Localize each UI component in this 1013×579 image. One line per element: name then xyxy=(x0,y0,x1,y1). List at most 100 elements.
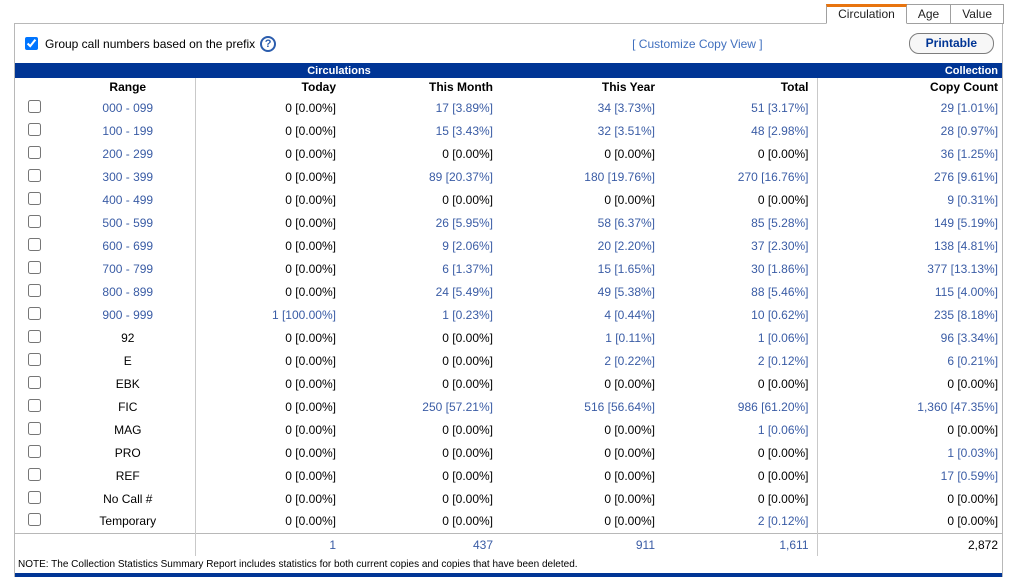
stat-value-link[interactable]: 986 [61.20%] xyxy=(738,400,809,414)
stat-value-link[interactable]: 51 [3.17%] xyxy=(751,101,808,115)
stat-value-link[interactable]: 32 [3.51%] xyxy=(598,124,655,138)
stat-value-link[interactable]: 34 [3.73%] xyxy=(598,101,655,115)
stat-value-link[interactable]: 235 [8.18%] xyxy=(934,308,998,322)
stat-value-link[interactable]: 15 [3.43%] xyxy=(436,124,493,138)
stat-value: 0 [0.00%] xyxy=(285,446,336,460)
stat-value-link[interactable]: 17 [3.89%] xyxy=(436,101,493,115)
row-checkbox[interactable] xyxy=(28,513,41,526)
range-link[interactable]: 100 - 199 xyxy=(102,124,153,138)
stat-value-link[interactable]: 180 [19.76%] xyxy=(584,170,655,184)
range-link[interactable]: 600 - 699 xyxy=(102,239,153,253)
stat-value-link[interactable]: 516 [56.64%] xyxy=(584,400,655,414)
stats-table: Circulations Collection Range Today This… xyxy=(15,63,1002,556)
range-link[interactable]: 400 - 499 xyxy=(102,193,153,207)
row-checkbox[interactable] xyxy=(28,238,41,251)
stat-value-link[interactable]: 1 [100.00%] xyxy=(272,308,336,322)
stat-value-link[interactable]: 1 [0.23%] xyxy=(442,308,493,322)
stat-value-link[interactable]: 58 [6.37%] xyxy=(598,216,655,230)
stat-value: 0 [0.00%] xyxy=(285,331,336,345)
row-checkbox[interactable] xyxy=(28,422,41,435)
stat-value: 0 [0.00%] xyxy=(947,423,998,437)
row-checkbox[interactable] xyxy=(28,100,41,113)
stat-value-link[interactable]: 1 [0.06%] xyxy=(758,423,809,437)
tab-circulation[interactable]: Circulation xyxy=(826,4,907,24)
tab-age[interactable]: Age xyxy=(907,4,951,24)
row-checkbox[interactable] xyxy=(28,376,41,389)
stat-value-link[interactable]: 37 [2.30%] xyxy=(751,239,808,253)
row-checkbox[interactable] xyxy=(28,169,41,182)
stat-value-link[interactable]: 26 [5.95%] xyxy=(436,216,493,230)
range-label: FIC xyxy=(118,400,137,414)
stat-value-link[interactable]: 250 [57.21%] xyxy=(422,400,493,414)
range-link[interactable]: 900 - 999 xyxy=(102,308,153,322)
stat-value-link[interactable]: 1 [0.03%] xyxy=(947,446,998,460)
stat-value-link[interactable]: 276 [9.61%] xyxy=(934,170,998,184)
printable-button[interactable]: Printable xyxy=(909,33,994,54)
range-link[interactable]: 200 - 299 xyxy=(102,147,153,161)
group-prefix-checkbox[interactable] xyxy=(25,37,38,50)
stat-value-link[interactable]: 10 [0.62%] xyxy=(751,308,808,322)
row-checkbox[interactable] xyxy=(28,445,41,458)
row-checkbox[interactable] xyxy=(28,284,41,297)
stat-value-link[interactable]: 6 [1.37%] xyxy=(442,262,493,276)
stat-value-link[interactable]: 20 [2.20%] xyxy=(598,239,655,253)
stat-value-link[interactable]: 29 [1.01%] xyxy=(941,101,998,115)
stat-value-link[interactable]: 48 [2.98%] xyxy=(751,124,808,138)
stat-value-link[interactable]: 270 [16.76%] xyxy=(738,170,809,184)
group-prefix-label: Group call numbers based on the prefix xyxy=(25,37,255,51)
stat-value-link[interactable]: 36 [1.25%] xyxy=(941,147,998,161)
stat-value-link[interactable]: 28 [0.97%] xyxy=(941,124,998,138)
row-checkbox[interactable] xyxy=(28,215,41,228)
stat-value-link[interactable]: 2 [0.12%] xyxy=(758,514,809,528)
range-link[interactable]: 500 - 599 xyxy=(102,216,153,230)
stat-value-link[interactable]: 6 [0.21%] xyxy=(947,354,998,368)
toolbar: Group call numbers based on the prefix ?… xyxy=(15,24,1002,63)
row-checkbox[interactable] xyxy=(28,399,41,412)
stat-value-link[interactable]: 49 [5.38%] xyxy=(598,285,655,299)
range-link[interactable]: 000 - 099 xyxy=(102,101,153,115)
stat-value-link[interactable]: 115 [4.00%] xyxy=(935,285,998,299)
stat-value-link[interactable]: 2 [0.12%] xyxy=(758,354,809,368)
stat-value-link[interactable]: 1 [0.11%] xyxy=(605,331,655,345)
stat-value-link[interactable]: 4 [0.44%] xyxy=(604,308,655,322)
row-checkbox[interactable] xyxy=(28,123,41,136)
stat-value-link[interactable]: 96 [3.34%] xyxy=(941,331,998,345)
range-link[interactable]: 700 - 799 xyxy=(102,262,153,276)
row-checkbox[interactable] xyxy=(28,330,41,343)
stat-value-link[interactable]: 30 [1.86%] xyxy=(751,262,808,276)
stat-value: 0 [0.00%] xyxy=(604,147,655,161)
stat-value-link[interactable]: 1 [0.06%] xyxy=(758,331,809,345)
stat-value-link[interactable]: 15 [1.65%] xyxy=(598,262,655,276)
total-this-year[interactable]: 911 xyxy=(636,538,655,552)
row-checkbox[interactable] xyxy=(28,307,41,320)
customize-copy-view-link[interactable]: [ Customize Copy View ] xyxy=(632,37,763,51)
stat-value-link[interactable]: 24 [5.49%] xyxy=(436,285,493,299)
stat-value: 0 [0.00%] xyxy=(947,492,998,506)
range-link[interactable]: 800 - 899 xyxy=(102,285,153,299)
checkbox-column-header xyxy=(15,78,61,96)
row-checkbox[interactable] xyxy=(28,491,41,504)
total-total[interactable]: 1,611 xyxy=(779,538,808,552)
row-checkbox[interactable] xyxy=(28,146,41,159)
row-checkbox[interactable] xyxy=(28,353,41,366)
stat-value-link[interactable]: 1,360 [47.35%] xyxy=(917,400,998,414)
stat-value-link[interactable]: 85 [5.28%] xyxy=(751,216,808,230)
help-icon[interactable]: ? xyxy=(260,36,276,52)
table-row: No Call #0 [0.00%]0 [0.00%]0 [0.00%]0 [0… xyxy=(15,487,1002,510)
row-checkbox[interactable] xyxy=(28,192,41,205)
stat-value-link[interactable]: 2 [0.22%] xyxy=(604,354,655,368)
row-checkbox[interactable] xyxy=(28,468,41,481)
stat-value-link[interactable]: 377 [13.13%] xyxy=(927,262,998,276)
stat-value-link[interactable]: 9 [2.06%] xyxy=(442,239,493,253)
stat-value-link[interactable]: 88 [5.46%] xyxy=(751,285,808,299)
tab-value[interactable]: Value xyxy=(951,4,1004,24)
total-this-month[interactable]: 437 xyxy=(473,538,493,552)
stat-value-link[interactable]: 149 [5.19%] xyxy=(934,216,998,230)
range-link[interactable]: 300 - 399 xyxy=(102,170,153,184)
stat-value-link[interactable]: 89 [20.37%] xyxy=(429,170,493,184)
row-checkbox[interactable] xyxy=(28,261,41,274)
stat-value-link[interactable]: 138 [4.81%] xyxy=(934,239,998,253)
stat-value-link[interactable]: 17 [0.59%] xyxy=(941,469,998,483)
stat-value-link[interactable]: 9 [0.31%] xyxy=(947,193,998,207)
total-today[interactable]: 1 xyxy=(329,538,336,552)
